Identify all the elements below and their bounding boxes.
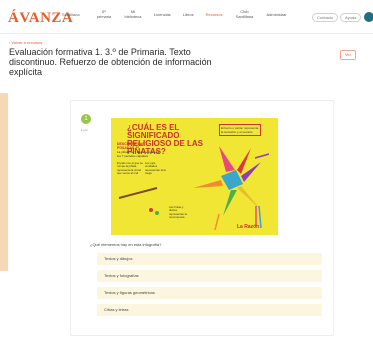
- contact-button[interactable]: Contacto: [312, 13, 339, 22]
- view-button[interactable]: Ver: [340, 50, 356, 60]
- pinata-spike-downright: [237, 186, 261, 210]
- answer-option[interactable]: Textos y fotografías: [97, 270, 322, 282]
- pinata-spike-up: [219, 146, 235, 172]
- nav-item-admin[interactable]: Administrar: [267, 12, 287, 19]
- nav-item-grade[interactable]: 6º primaria: [96, 9, 112, 19]
- page-title: Evaluación formativa 1. 3.º de Primaria.…: [9, 47, 212, 77]
- question-text: ¿Qué elementos hay en esta infografía?: [90, 242, 162, 247]
- help-button[interactable]: Ayuda: [340, 13, 362, 22]
- pinata-spike-left: [193, 180, 223, 188]
- question-number-badge: 1: [81, 114, 91, 124]
- nav-item-licenses[interactable]: Licencias: [154, 12, 171, 19]
- top-navigation-bar: ÁVANZA Santillana 6º primaria Mi bibliot…: [0, 0, 373, 34]
- logo-subtitle: Santillana: [62, 12, 80, 17]
- question-points: 1 pto: [81, 128, 88, 132]
- stick: [118, 187, 158, 199]
- pinata-illustration: [118, 146, 270, 231]
- main-nav: 6º primaria Mi biblioteca Licencias Libr…: [96, 9, 299, 19]
- infographic-brand: La Razón: [237, 224, 260, 230]
- nav-item-books[interactable]: Libros: [183, 12, 194, 19]
- side-accent-bar: [0, 93, 8, 271]
- answer-option[interactable]: Textos y figuras geométricas: [97, 287, 322, 299]
- answer-option[interactable]: Cifras y letras: [97, 304, 322, 316]
- nav-item-library[interactable]: Mi biblioteca: [124, 9, 142, 19]
- nav-item-resources[interactable]: Recursos: [206, 12, 223, 19]
- pinata-spike-upright: [237, 148, 251, 174]
- answer-option[interactable]: Textos y dibujos: [97, 253, 322, 265]
- candy-dot: [149, 208, 153, 212]
- nav-item-club[interactable]: Club Santillana: [235, 9, 255, 19]
- breadcrumb-back-link[interactable]: ‹ Volver a recursos: [9, 40, 42, 45]
- pinata-spike-down: [223, 190, 237, 216]
- pinata-infographic: ¿CUÁL ES EL SIGNIFICADO RELIGIOSO DE LAS…: [111, 118, 278, 235]
- user-avatar[interactable]: [364, 12, 373, 22]
